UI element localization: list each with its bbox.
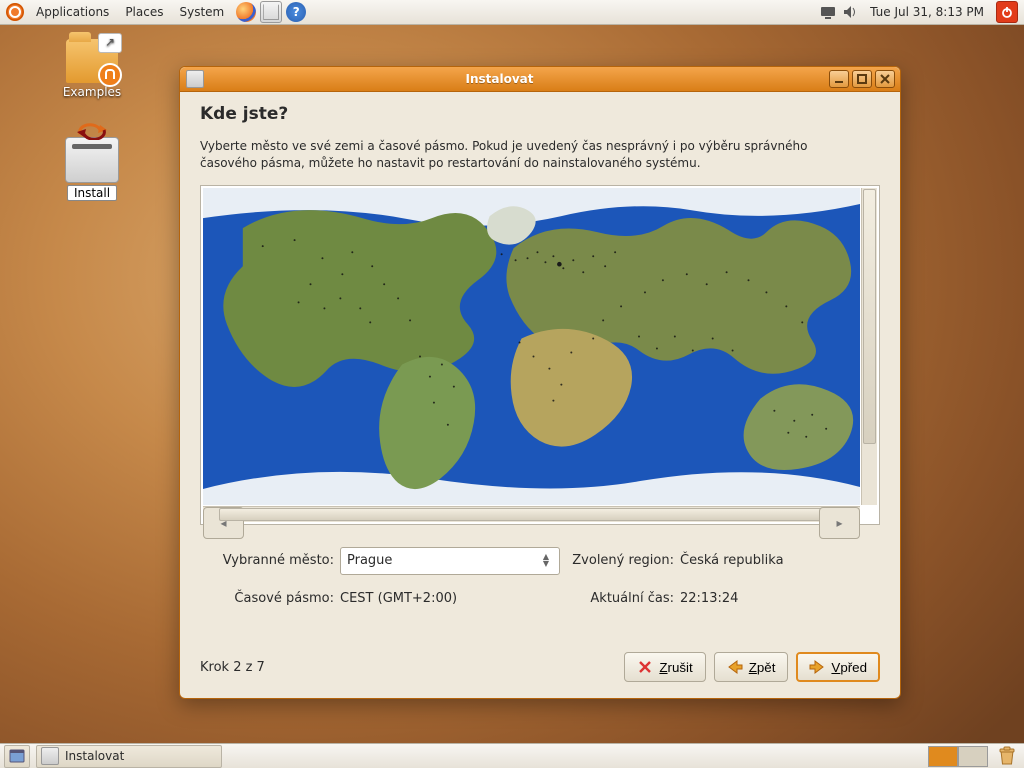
label-current-time: Aktuální čas: (560, 591, 680, 606)
back-button[interactable]: Zpět (714, 652, 789, 682)
label-selected-city: Vybranné město: (200, 553, 340, 568)
window-titlebar[interactable]: Instalovat (180, 67, 900, 92)
desktop-icon-label: Install (67, 185, 117, 201)
map-horizontal-scrollbar[interactable]: ◂ ▸ (203, 506, 860, 522)
desktop-icon-install[interactable]: Install (52, 137, 132, 201)
workspace-1[interactable] (928, 746, 958, 767)
city-combobox[interactable]: Prague ▲▼ (340, 547, 560, 575)
show-desktop-icon (9, 749, 25, 763)
value-current-time: 22:13:24 (680, 591, 880, 606)
scrollbar-thumb[interactable] (863, 189, 876, 445)
value-selected-region: Česká republika (680, 553, 880, 568)
btn-mnemonic: Z (659, 660, 667, 675)
show-desktop-button[interactable] (4, 745, 30, 768)
timezone-form: Vybranné město: Prague ▲▼ Zvolený region… (200, 547, 880, 606)
workspace-2[interactable] (958, 746, 988, 767)
arrow-left-icon (727, 659, 743, 675)
network-icon[interactable] (820, 4, 836, 20)
arrow-right-icon (809, 659, 825, 675)
workspace-switcher[interactable] (928, 746, 988, 767)
lock-emblem-icon (98, 63, 122, 87)
combobox-spinner-icon[interactable]: ▲▼ (539, 554, 553, 567)
installer-window: Instalovat Kde jste? Vyberte město ve sv… (179, 66, 901, 699)
bottom-panel: Instalovat (0, 743, 1024, 768)
forward-button-label: před (840, 660, 867, 675)
label-selected-region: Zvolený region: (560, 553, 680, 568)
btn-mnemonic: V (831, 660, 840, 675)
cancel-icon (637, 659, 653, 675)
window-close-button[interactable] (875, 70, 895, 88)
page-heading: Kde jste? (200, 104, 880, 124)
window-minimize-button[interactable] (829, 70, 849, 88)
shutdown-button[interactable] (996, 1, 1018, 23)
task-app-icon (41, 747, 59, 765)
install-arrows-icon (76, 122, 108, 140)
scrollbar-thumb[interactable] (219, 508, 844, 521)
desktop-icon-label: Examples (52, 85, 132, 99)
menu-places[interactable]: Places (117, 0, 171, 25)
desktop-icon-examples[interactable]: Examples (52, 39, 132, 99)
value-timezone: CEST (GMT+2:00) (340, 591, 560, 606)
btn-mnemonic: Z (749, 660, 757, 675)
city-combobox-value: Prague (347, 553, 392, 568)
top-panel: Applications Places System ? Tue Jul 31,… (0, 0, 1024, 25)
step-indicator: Krok 2 z 7 (200, 660, 265, 675)
forward-button[interactable]: Vpřed (796, 652, 880, 682)
system-tray: Tue Jul 31, 8:13 PM (820, 1, 1024, 23)
firefox-launcher-icon[interactable] (236, 2, 256, 22)
mail-launcher-icon[interactable] (260, 1, 282, 23)
menu-system[interactable]: System (171, 0, 232, 25)
help-launcher-icon[interactable]: ? (286, 2, 306, 22)
timezone-world-map[interactable] (203, 188, 860, 505)
scroll-right-button[interactable]: ▸ (819, 507, 860, 539)
ubuntu-logo-icon (6, 3, 24, 21)
timezone-map-frame: ◂ ▸ (200, 185, 880, 525)
trash-applet[interactable] (996, 745, 1018, 767)
back-button-label: pět (757, 660, 776, 675)
window-maximize-button[interactable] (852, 70, 872, 88)
window-title: Instalovat (170, 72, 829, 86)
cancel-button-label: rušit (668, 660, 693, 675)
taskbar-entry-label: Instalovat (65, 749, 124, 763)
cancel-button[interactable]: Zrušit (624, 652, 705, 682)
taskbar-entry-installer[interactable]: Instalovat (36, 745, 222, 768)
page-description: Vyberte město ve své zemi a časové pásmo… (200, 138, 840, 173)
map-vertical-scrollbar[interactable] (861, 188, 877, 505)
volume-icon[interactable] (842, 4, 858, 20)
link-emblem-icon (98, 33, 122, 53)
clock[interactable]: Tue Jul 31, 8:13 PM (864, 5, 990, 19)
menu-applications[interactable]: Applications (28, 0, 117, 25)
label-timezone: Časové pásmo: (200, 591, 340, 606)
trash-icon (998, 746, 1016, 766)
